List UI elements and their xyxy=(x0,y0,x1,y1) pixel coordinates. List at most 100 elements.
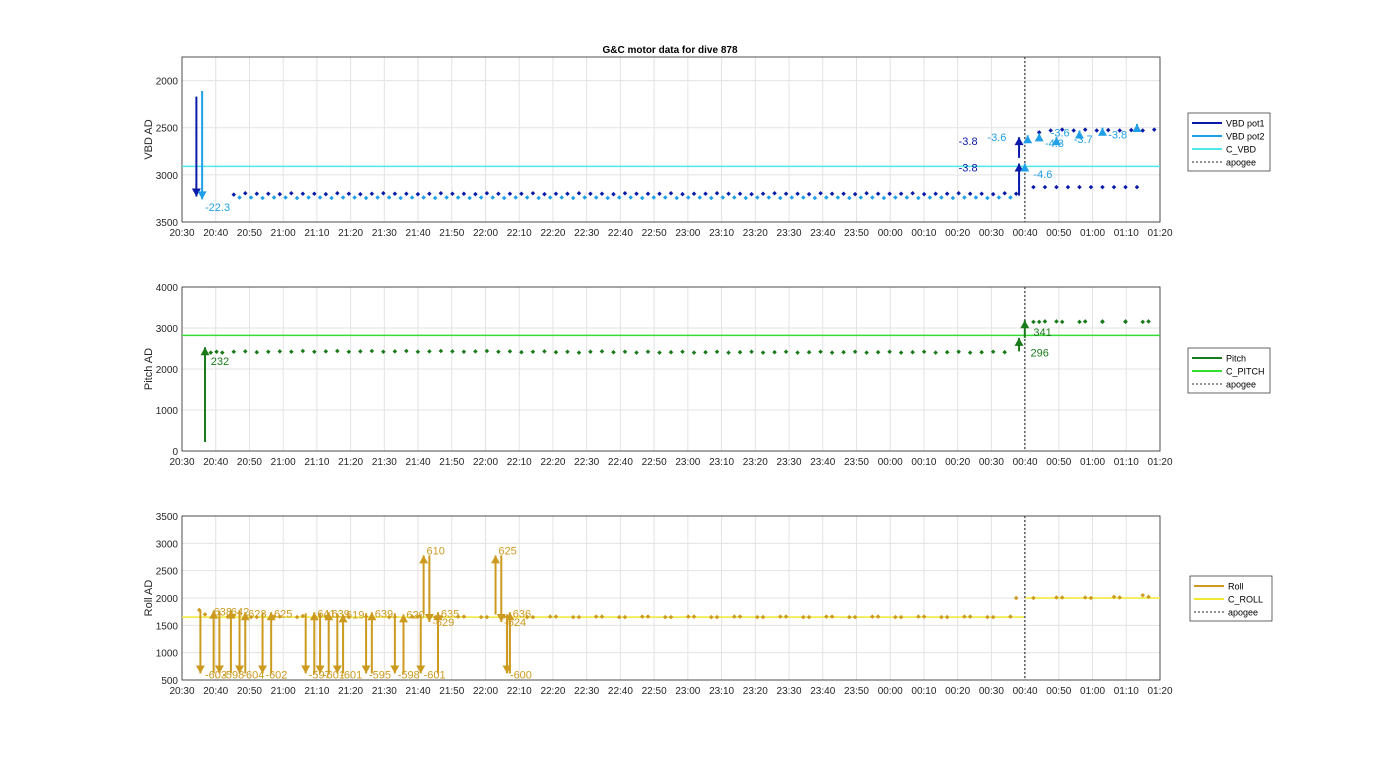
x-tick-label: 23:40 xyxy=(810,686,835,697)
y-tick-label: 2000 xyxy=(156,77,179,88)
x-tick-label: 23:10 xyxy=(709,457,734,468)
chart-roll: 20:30 20:40 20:50 21:00 21:10 21:20 21:30 21:40… xyxy=(143,512,1273,697)
x-tick-label: 22:30 xyxy=(574,457,599,468)
x-tick-label: 23:40 xyxy=(810,228,835,239)
x-tick-label: 01:20 xyxy=(1147,457,1172,468)
x-tick-label: 22:10 xyxy=(507,686,532,697)
x-tick-label: 20:40 xyxy=(203,457,228,468)
panels: 20:30 20:40 20:50 21:00 21:10 21:20 21:30 21:40… xyxy=(143,56,1273,697)
x-tick-label: 01:00 xyxy=(1080,686,1105,697)
data-label: -601 xyxy=(424,670,446,682)
x-tick-label: 21:10 xyxy=(304,686,329,697)
x-tick-label: 00:40 xyxy=(1013,457,1038,468)
x-tick-label: 20:50 xyxy=(237,457,262,468)
x-tick-label: 00:20 xyxy=(945,457,970,468)
data-label: 232 xyxy=(211,356,229,368)
y-tick-label: 3000 xyxy=(156,539,179,550)
data-label: 341 xyxy=(1033,327,1051,339)
data-label: 619 xyxy=(346,609,364,621)
y-tick-label: 0 xyxy=(172,447,178,458)
x-tick-label: 23:20 xyxy=(743,228,768,239)
data-label: -3.7 xyxy=(1074,134,1093,146)
y-tick-label: 3000 xyxy=(156,324,179,335)
x-tick-label: 21:50 xyxy=(439,228,464,239)
x-tick-label: 21:20 xyxy=(338,686,363,697)
chart-pitch: 20:30 20:40 20:50 21:00 21:10 21:20 21:30 21:40… xyxy=(143,283,1271,468)
x-tick-label: 00:50 xyxy=(1046,686,1071,697)
y-tick-label: 3000 xyxy=(156,171,179,182)
y-tick-label: 500 xyxy=(161,676,178,687)
x-tick-label: 22:10 xyxy=(507,228,532,239)
data-label: -3.6 xyxy=(987,132,1006,144)
x-tick-label: 22:20 xyxy=(540,457,565,468)
x-tick-label: 01:00 xyxy=(1080,457,1105,468)
x-tick-label: 01:10 xyxy=(1114,228,1139,239)
x-tick-label: 21:00 xyxy=(271,228,296,239)
x-tick-label: 00:30 xyxy=(979,228,1004,239)
data-label: 623 xyxy=(248,608,266,620)
x-tick-label: 22:30 xyxy=(574,228,599,239)
x-tick-label: 21:40 xyxy=(406,457,431,468)
x-tick-label: 22:00 xyxy=(473,457,498,468)
data-label: -598 xyxy=(222,670,244,682)
y-tick-label: 2000 xyxy=(156,594,179,605)
x-tick-label: 22:50 xyxy=(642,686,667,697)
x-tick-label: 00:10 xyxy=(911,228,936,239)
legend-label: apogee xyxy=(1226,380,1256,390)
y-tick-label: 2500 xyxy=(156,124,179,135)
x-tick-label: 23:30 xyxy=(777,228,802,239)
y-tick-label: 2500 xyxy=(156,567,179,578)
x-tick-label: 22:50 xyxy=(642,228,667,239)
x-tick-label: 23:00 xyxy=(675,686,700,697)
y-tick-label: 4000 xyxy=(156,283,179,294)
y-tick-label: 1500 xyxy=(156,621,179,632)
data-label: 625 xyxy=(274,608,292,620)
x-tick-label: 23:50 xyxy=(844,686,869,697)
x-tick-label: 23:20 xyxy=(743,457,768,468)
x-tick-label: 22:20 xyxy=(540,228,565,239)
x-tick-label: 23:50 xyxy=(844,228,869,239)
x-tick-label: 20:30 xyxy=(169,686,194,697)
x-tick-label: 22:00 xyxy=(473,686,498,697)
x-tick-label: 00:10 xyxy=(911,457,936,468)
x-tick-label: 21:40 xyxy=(406,228,431,239)
legend-label: VBD pot1 xyxy=(1226,119,1265,129)
data-label: -3.8 xyxy=(959,162,978,174)
x-tick-label: 22:40 xyxy=(608,228,633,239)
x-tick-label: 21:20 xyxy=(338,228,363,239)
x-tick-label: 00:30 xyxy=(979,686,1004,697)
x-tick-label: 21:30 xyxy=(372,686,397,697)
x-tick-label: 01:20 xyxy=(1147,228,1172,239)
x-tick-label: 00:00 xyxy=(878,686,903,697)
x-tick-label: 00:00 xyxy=(878,457,903,468)
data-label: -598 xyxy=(398,670,420,682)
data-label: 636 xyxy=(513,608,531,620)
x-tick-label: 22:40 xyxy=(608,686,633,697)
x-tick-label: 00:10 xyxy=(911,686,936,697)
legend: Roll C_ROLLapogee xyxy=(1189,575,1273,622)
data-label: 639 xyxy=(375,608,393,620)
x-tick-label: 23:00 xyxy=(675,228,700,239)
data-label: -602 xyxy=(265,670,287,682)
x-tick-label: 21:00 xyxy=(271,457,296,468)
x-tick-label: 21:30 xyxy=(372,457,397,468)
x-tick-label: 00:20 xyxy=(945,686,970,697)
data-label: 296 xyxy=(1031,348,1049,360)
x-tick-label: 00:20 xyxy=(945,228,970,239)
data-label: 635 xyxy=(441,608,459,620)
x-tick-label: 21:40 xyxy=(406,686,431,697)
x-tick-label: 22:30 xyxy=(574,686,599,697)
legend: VBD pot1 VBD pot2 C_VBDapogee xyxy=(1187,112,1271,172)
x-tick-label: 22:50 xyxy=(642,457,667,468)
legend-label: C_VBD xyxy=(1226,145,1257,155)
x-tick-label: 20:50 xyxy=(237,686,262,697)
data-label: -22.3 xyxy=(205,202,230,214)
x-tick-label: 21:20 xyxy=(338,457,363,468)
x-tick-label: 00:00 xyxy=(878,228,903,239)
x-tick-label: 21:00 xyxy=(271,686,296,697)
y-tick-label: 3500 xyxy=(156,218,179,229)
x-tick-label: 23:50 xyxy=(844,457,869,468)
data-label: 620 xyxy=(406,609,424,621)
x-tick-label: 00:40 xyxy=(1013,228,1038,239)
y-axis-label: Roll AD xyxy=(143,580,155,617)
